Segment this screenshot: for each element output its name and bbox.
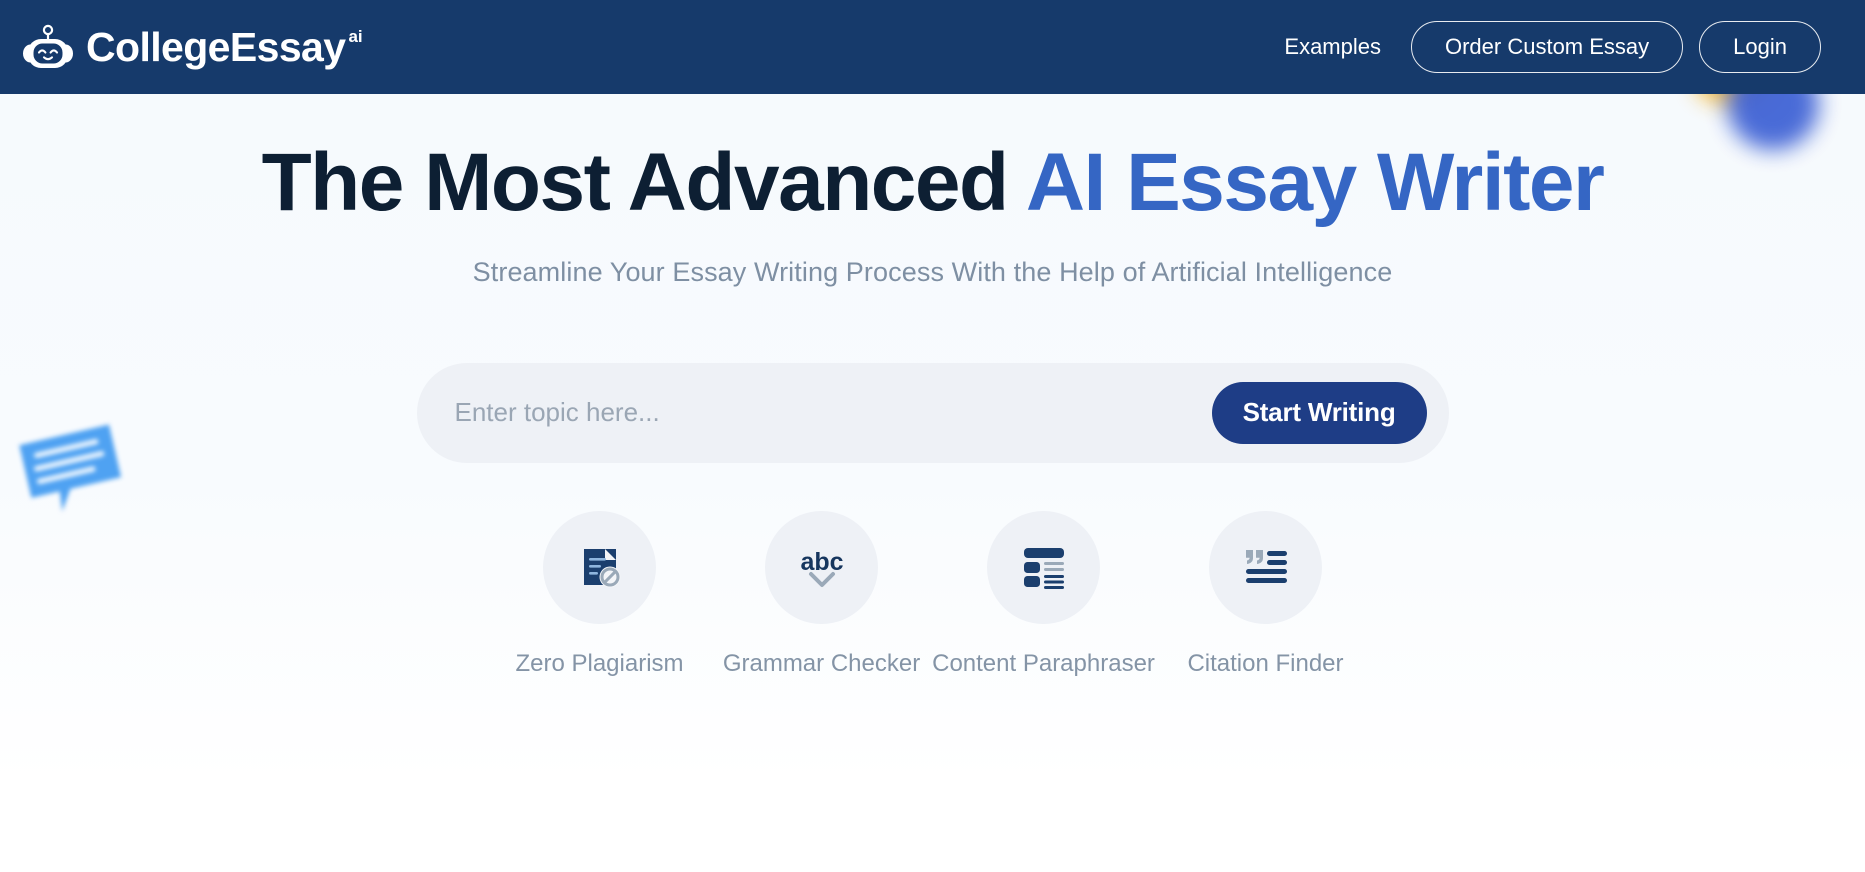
hero-content: The Most Advanced AI Essay Writer Stream…: [0, 94, 1865, 678]
brand-name: CollegeEssay: [86, 23, 346, 70]
feature-list: Zero Plagiarism abc Grammar Checker Cont…: [506, 510, 1360, 678]
headline-accent: AI Essay Writer: [1025, 137, 1605, 228]
brand-suffix: ai: [348, 26, 363, 46]
layout-blocks-icon: [1023, 548, 1064, 590]
quote-lines-icon: [1245, 550, 1287, 584]
headline-main: The Most Advanced: [261, 137, 1026, 228]
feature-grammar-checker[interactable]: abc Grammar Checker: [723, 510, 920, 678]
order-custom-essay-button[interactable]: Order Custom Essay: [1410, 20, 1684, 74]
feature-icon-wrap: [1209, 510, 1322, 624]
search-input[interactable]: [454, 397, 1212, 429]
topic-search-bar: Start Writing: [416, 362, 1449, 463]
feature-citation-finder[interactable]: Citation Finder: [1172, 510, 1360, 678]
nav-link-examples[interactable]: Examples: [1270, 26, 1395, 68]
feature-label: Citation Finder: [1187, 649, 1344, 677]
top-navbar: CollegeEssay ai Examples Order Custom Es…: [0, 0, 1865, 94]
nav-actions: Examples Order Custom Essay Login: [1270, 20, 1821, 74]
feature-label: Grammar Checker: [722, 649, 921, 677]
page-title: The Most Advanced AI Essay Writer: [261, 137, 1605, 228]
feature-icon-wrap: [543, 510, 656, 624]
brand-logo[interactable]: CollegeEssay ai: [20, 19, 363, 75]
feature-label: Zero Plagiarism: [515, 649, 684, 677]
start-writing-button[interactable]: Start Writing: [1211, 381, 1427, 444]
landing-page: CollegeEssay ai Examples Order Custom Es…: [0, 0, 1865, 872]
hero-subtitle: Streamline Your Essay Writing Process Wi…: [472, 256, 1393, 287]
abc-check-icon: abc: [800, 548, 843, 588]
feature-zero-plagiarism[interactable]: Zero Plagiarism: [506, 510, 694, 678]
login-button[interactable]: Login: [1699, 20, 1821, 74]
feature-content-paraphraser[interactable]: Content Paraphraser: [932, 510, 1155, 678]
document-blocked-icon: [583, 549, 620, 588]
hero-section: The Most Advanced AI Essay Writer Stream…: [0, 94, 1865, 784]
feature-icon-wrap: [987, 510, 1100, 624]
feature-icon-wrap: abc: [765, 510, 878, 624]
robot-head-icon: [23, 24, 73, 68]
svg-text:abc: abc: [800, 548, 843, 576]
feature-label: Content Paraphraser: [932, 649, 1155, 677]
